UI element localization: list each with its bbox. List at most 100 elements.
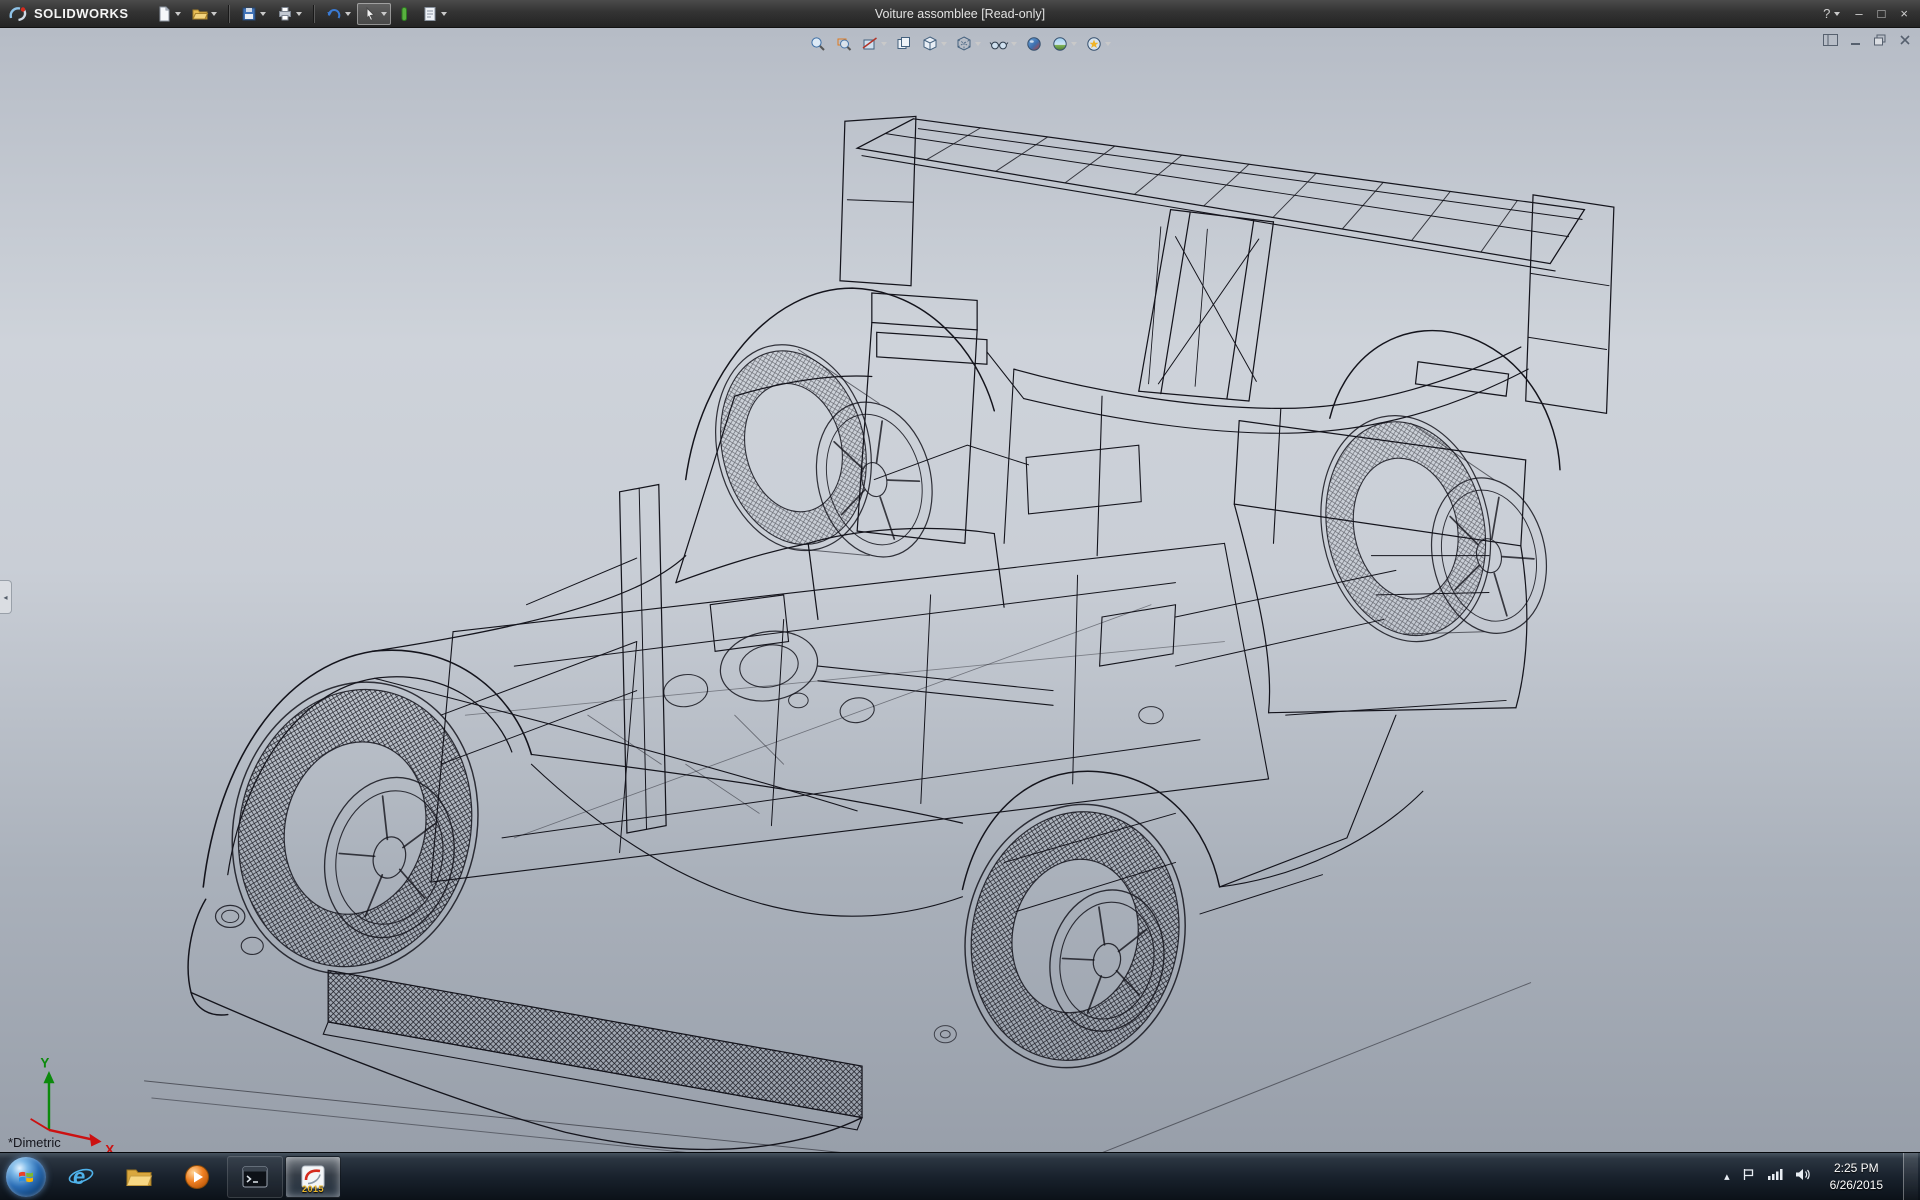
main-toolbar	[151, 2, 451, 25]
view-orientation-button[interactable]	[919, 33, 949, 55]
app-titlebar: SOLIDWORKS Voiture assomblee [Read-only]…	[0, 0, 1920, 28]
heads-up-view-toolbar	[807, 33, 1113, 55]
volume-button[interactable]	[1794, 1167, 1810, 1187]
solidworks-brand: SOLIDWORKS	[0, 5, 141, 23]
show-hidden-icons-button[interactable]: ▴	[1724, 1170, 1730, 1183]
network-button[interactable]	[1767, 1167, 1783, 1186]
dropdown-caret	[344, 11, 351, 16]
windows-flag-icon	[19, 1171, 33, 1182]
start-orb	[6, 1156, 46, 1197]
windows-taskbar: e 2015 ▴ 2:25 PM 6/26/2015	[0, 1152, 1920, 1200]
volume-speaker-icon	[1795, 1168, 1810, 1180]
save-icon	[242, 7, 256, 20]
start-button[interactable]	[0, 1153, 52, 1200]
command-prompt-icon	[242, 1166, 268, 1187]
clock-time: 2:25 PM	[1833, 1161, 1879, 1176]
action-center-button[interactable]	[1741, 1167, 1756, 1187]
appearance-sphere-icon	[1027, 37, 1041, 51]
view-orientation-label: *Dimetric	[8, 1135, 61, 1150]
undo-icon	[326, 8, 340, 19]
collapse-arrow-icon: ◂	[3, 592, 8, 602]
network-bars-icon	[1767, 1169, 1783, 1180]
select-cursor-icon	[366, 6, 375, 21]
section-view-icon	[862, 37, 877, 50]
feature-pane-icon	[1822, 34, 1838, 46]
previous-view-button[interactable]	[893, 33, 915, 55]
svg-text:e: e	[73, 1164, 85, 1189]
dropdown-caret	[1105, 42, 1111, 46]
model-canvas[interactable]: Y X	[0, 28, 1920, 1152]
dropdown-caret	[174, 11, 181, 16]
taskbar-windows-explorer[interactable]	[111, 1156, 167, 1198]
dropdown-caret	[210, 11, 217, 16]
display-style-button[interactable]	[953, 33, 983, 55]
edit-appearance-button[interactable]	[1023, 33, 1045, 55]
clock-date: 6/26/2015	[1829, 1177, 1883, 1192]
dropdown-caret	[941, 42, 947, 46]
close-document-icon	[1900, 35, 1910, 45]
restore-button[interactable]: □	[1878, 6, 1886, 21]
toolbar-separator	[227, 4, 229, 23]
toolbar-separator	[312, 4, 314, 23]
taskbar-solidworks[interactable]: 2015	[285, 1155, 341, 1198]
dropdown-caret	[1834, 11, 1841, 16]
selection-filter-button[interactable]	[393, 3, 415, 25]
view-orientation-cube-icon	[923, 36, 937, 51]
print-button[interactable]	[272, 3, 306, 25]
solidworks-version-badge: 2015	[301, 1183, 325, 1194]
file-properties-icon	[424, 6, 436, 21]
select-button[interactable]	[356, 2, 391, 25]
hide-show-items-button[interactable]	[987, 33, 1019, 55]
new-document-icon	[159, 6, 170, 21]
taskbar-media-player[interactable]	[169, 1156, 225, 1198]
minimize-button[interactable]: –	[1855, 6, 1862, 21]
zoom-to-area-button[interactable]	[833, 33, 855, 55]
zoom-to-fit-icon	[811, 37, 825, 51]
selection-filter-icon	[401, 6, 407, 21]
help-button[interactable]: ?	[1823, 6, 1841, 21]
close-button[interactable]: ×	[1900, 6, 1908, 21]
open-button[interactable]	[187, 3, 221, 25]
triad-x-label: X	[105, 1142, 114, 1152]
scene-sphere-icon	[1053, 37, 1067, 51]
help-label: ?	[1823, 6, 1831, 21]
internet-explorer-icon: e	[68, 1164, 94, 1189]
display-style-icon	[957, 36, 971, 51]
document-window-controls	[1821, 32, 1914, 48]
show-desktop-button[interactable]	[1903, 1152, 1918, 1200]
restore-document-icon	[1874, 34, 1886, 46]
restore-document-button[interactable]	[1871, 32, 1889, 48]
view-settings-button[interactable]	[1083, 33, 1113, 55]
close-document-button[interactable]	[1896, 32, 1914, 48]
dropdown-caret	[975, 42, 981, 46]
new-document-button[interactable]	[151, 3, 185, 25]
dropdown-caret	[295, 11, 302, 16]
dropdown-caret	[259, 11, 266, 16]
file-properties-button[interactable]	[417, 3, 451, 25]
taskbar-internet-explorer[interactable]: e	[53, 1156, 109, 1198]
dropdown-caret	[881, 42, 887, 46]
minimize-document-button[interactable]	[1846, 32, 1864, 48]
action-center-flag-icon	[1743, 1168, 1753, 1180]
system-tray: ▴ 2:25 PM 6/26/2015	[1724, 1152, 1920, 1200]
feature-pane-toggle-button[interactable]	[1821, 32, 1839, 48]
zoom-to-area-icon	[837, 38, 852, 51]
zoom-to-fit-button[interactable]	[807, 33, 829, 55]
dropdown-caret	[1071, 42, 1077, 46]
media-player-icon	[185, 1164, 209, 1189]
section-view-button[interactable]	[859, 33, 889, 55]
taskbar-command-prompt[interactable]	[227, 1155, 283, 1198]
taskbar-clock[interactable]: 2:25 PM 6/26/2015	[1821, 1160, 1892, 1192]
dropdown-caret	[1011, 42, 1017, 46]
graphics-viewport[interactable]: Y X ◂ *Dimetric	[0, 28, 1920, 1152]
print-icon	[278, 6, 291, 20]
screen: SOLIDWORKS Voiture assomblee [Read-only]…	[0, 0, 1920, 1200]
window-controls: ? – □ ×	[1823, 6, 1920, 21]
minimize-document-icon	[1850, 43, 1860, 45]
feature-manager-collapse-tab[interactable]: ◂	[0, 580, 12, 614]
save-button[interactable]	[236, 3, 270, 25]
undo-button[interactable]	[321, 3, 355, 25]
apply-scene-button[interactable]	[1049, 33, 1079, 55]
brand-text: SOLIDWORKS	[34, 6, 129, 21]
window-title: Voiture assomblee [Read-only]	[874, 6, 1046, 21]
